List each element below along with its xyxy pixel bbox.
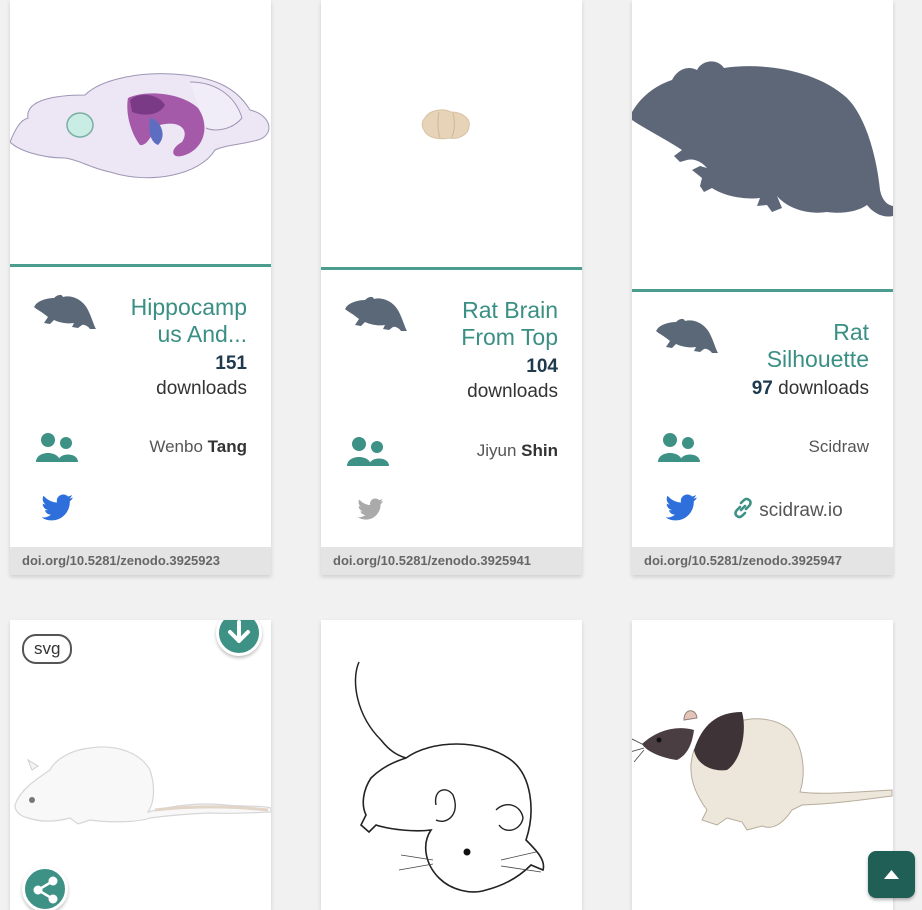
- author-name[interactable]: Wenbo Tang: [149, 437, 247, 457]
- card-title-line: Silhouette: [766, 346, 869, 372]
- rat-icon: [656, 318, 718, 353]
- illustration-card[interactable]: svg: [10, 620, 271, 910]
- card-title-line: us And...: [157, 321, 247, 347]
- card-preview[interactable]: [632, 0, 893, 289]
- card-title-line: Rat Brain: [462, 297, 558, 323]
- card-title[interactable]: Hippocamp us And...: [131, 294, 247, 348]
- author-name[interactable]: Jiyun Shin: [477, 441, 558, 461]
- doi-link[interactable]: doi.org/10.5281/zenodo.3925947: [632, 547, 893, 575]
- mouse-line-drawing: [354, 661, 545, 893]
- users-icon: [347, 437, 389, 466]
- back-to-top-button[interactable]: [868, 851, 915, 898]
- download-label: downloads: [467, 381, 558, 402]
- doi-link[interactable]: doi.org/10.5281/zenodo.3925923: [10, 547, 271, 575]
- author-first-name: Wenbo: [149, 437, 203, 456]
- download-number: 104: [526, 356, 558, 377]
- card-preview[interactable]: [10, 0, 271, 264]
- caret-up-icon: [884, 870, 899, 879]
- author-last-name: Shin: [521, 441, 558, 460]
- download-label: downloads: [156, 378, 247, 399]
- link-icon: [734, 497, 752, 519]
- website-link-text: scidraw.io: [759, 500, 843, 521]
- users-icon: [36, 433, 78, 462]
- card-title-line: From Top: [461, 324, 558, 350]
- author-first-name: Jiyun: [476, 441, 517, 460]
- hooded-rat-illustration: [632, 710, 893, 831]
- card-title[interactable]: Rat Silhouette: [767, 319, 869, 373]
- download-count: 97 downloads: [752, 376, 869, 401]
- rat-icon: [345, 296, 407, 331]
- illustration-card[interactable]: Rat Brain From Top 104 downloads Jiyun S…: [321, 0, 582, 575]
- card-separator: [10, 264, 271, 267]
- download-count: 104 downloads: [467, 354, 558, 404]
- download-label: downloads: [778, 378, 869, 399]
- author-last-name: Tang: [207, 437, 247, 456]
- format-badge: svg: [22, 634, 73, 664]
- card-preview[interactable]: [321, 0, 582, 267]
- doi-link[interactable]: doi.org/10.5281/zenodo.3925941: [321, 547, 582, 575]
- share-icon: [33, 876, 58, 904]
- twitter-icon[interactable]: [42, 494, 74, 522]
- card-title[interactable]: Rat Brain From Top: [461, 297, 558, 351]
- illustration-card[interactable]: Rat Silhouette 97 downloads Scidraw scid…: [632, 0, 893, 575]
- card-separator: [632, 289, 893, 292]
- illustration-card[interactable]: [632, 620, 893, 910]
- rat-brain-top-illustration: [421, 109, 470, 140]
- share-button[interactable]: [22, 866, 68, 910]
- arrow-down-icon: [228, 620, 250, 643]
- download-number: 151: [215, 353, 247, 374]
- card-separator: [321, 267, 582, 270]
- illustration-card[interactable]: Hippocamp us And... 151 downloads Wenbo …: [10, 0, 271, 575]
- illustration-card[interactable]: [321, 620, 582, 910]
- twitter-icon[interactable]: [666, 494, 698, 522]
- download-number: 97: [751, 378, 773, 399]
- download-count: 151 downloads: [156, 351, 247, 401]
- card-title-line: Hippocamp: [130, 294, 247, 320]
- hippocampus-illustration: [10, 73, 270, 179]
- website-link[interactable]: scidraw.io: [732, 497, 843, 522]
- rat-silhouette-illustration: [632, 61, 893, 217]
- author-name[interactable]: Scidraw: [809, 437, 869, 457]
- card-title-line: Rat: [833, 319, 869, 345]
- rat-icon: [34, 294, 96, 329]
- users-icon: [658, 433, 700, 462]
- twitter-icon[interactable]: [358, 498, 384, 521]
